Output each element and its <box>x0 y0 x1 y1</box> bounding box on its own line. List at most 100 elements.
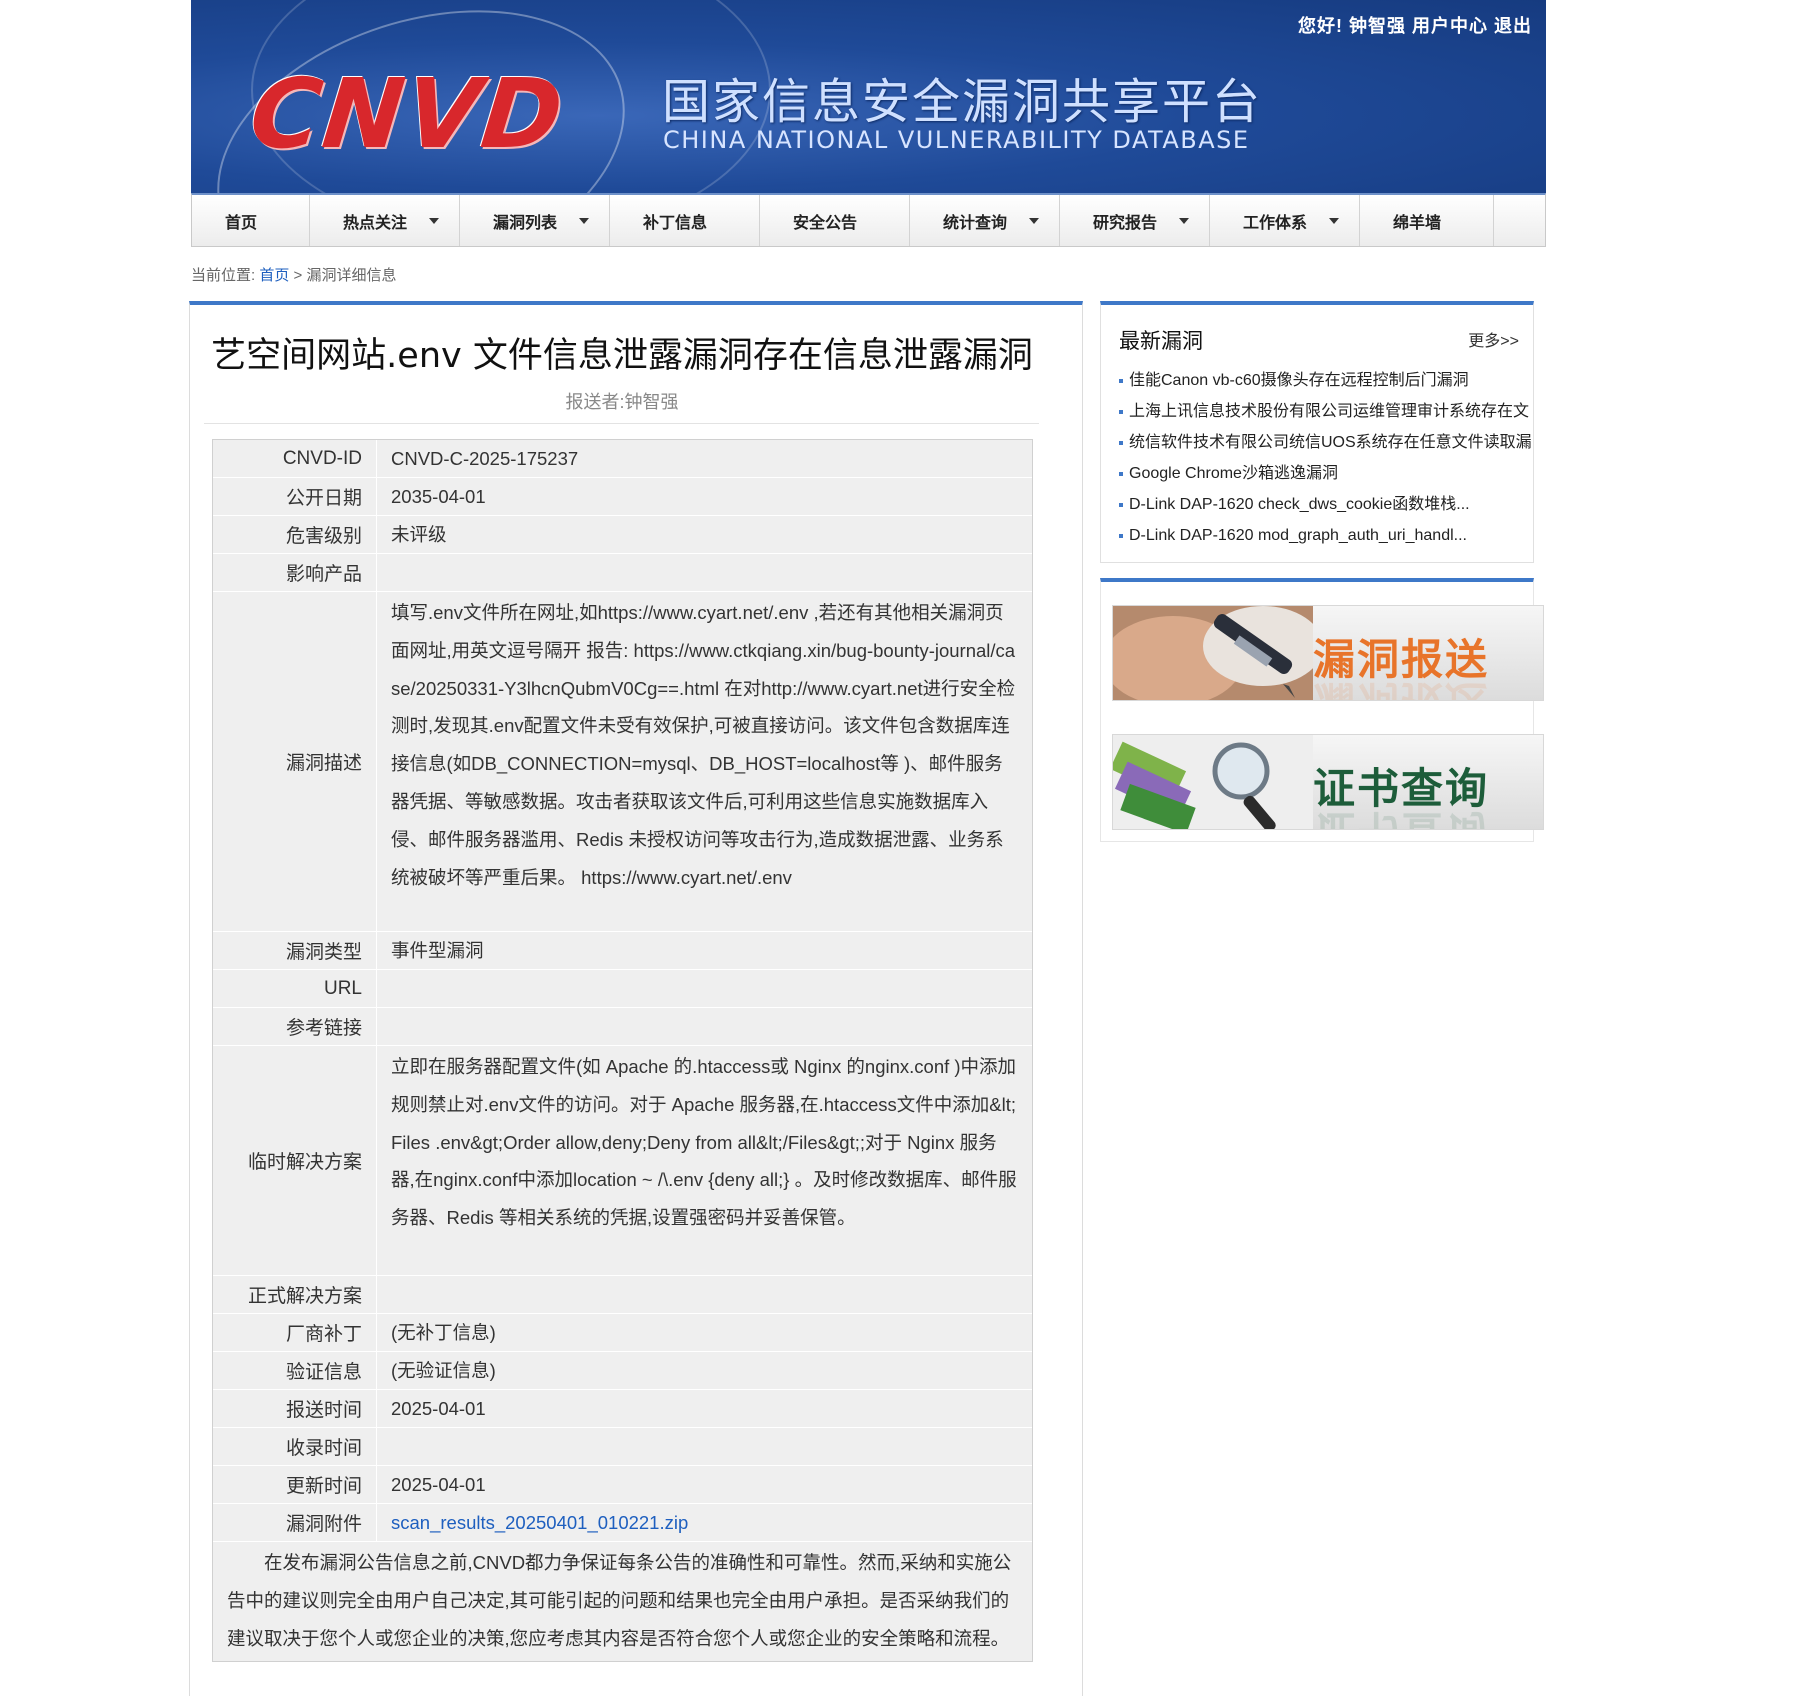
nav-label: 绵羊墙 <box>1393 214 1442 232</box>
cert-query-banner[interactable]: 证书查询 证书查询 <box>1112 734 1544 830</box>
divider <box>204 423 1039 424</box>
bullet-icon <box>1119 502 1123 507</box>
table-row: URL <box>213 970 1032 1008</box>
main-nav: 首页 热点关注 漏洞列表 补丁信息 安全公告 统计查询 研究报告 工作体系 绵羊… <box>191 193 1546 247</box>
list-item-label: D-Link DAP-1620 mod_graph_auth_uri_handl… <box>1129 527 1467 544</box>
report-vuln-banner[interactable]: 漏洞报送 漏洞报送 <box>1112 605 1544 701</box>
latest-vulns-list: 佳能Canon vb-c60摄像头存在远程控制后门漏洞 上海上讯信息技术股份有限… <box>1119 365 1533 551</box>
bullet-icon <box>1119 471 1123 476</box>
row-key: 漏洞描述 <box>213 592 377 931</box>
nav-item-bulletin[interactable]: 安全公告 <box>760 195 910 246</box>
list-item[interactable]: Google Chrome沙箱逃逸漏洞 <box>1119 458 1533 489</box>
table-row: 厂商补丁 (无补丁信息) <box>213 1314 1032 1352</box>
nav-item-wall[interactable]: 绵羊墙 <box>1360 195 1494 246</box>
row-value: scan_results_20250401_010221.zip <box>377 1504 1032 1541</box>
disclaimer-text: 在发布漏洞公告信息之前,CNVD都力争保证每条公告的准确性和可靠性。然而,采纳和… <box>213 1542 1032 1662</box>
breadcrumb-prefix: 当前位置: <box>191 267 256 284</box>
nav-label: 统计查询 <box>943 214 1008 232</box>
row-value: 填写.env文件所在网址,如https://www.cyart.net/.env… <box>391 602 1016 888</box>
row-key: 漏洞附件 <box>213 1504 377 1541</box>
latest-vulns-panel: 最新漏洞 更多>> 佳能Canon vb-c60摄像头存在远程控制后门漏洞 上海… <box>1100 301 1534 563</box>
row-value: 未评级 <box>391 523 447 545</box>
table-row: 漏洞类型 事件型漏洞 <box>213 932 1032 970</box>
row-key: 危害级别 <box>213 516 377 553</box>
username-link[interactable]: 钟智强 <box>1349 16 1406 36</box>
nav-item-stats[interactable]: 统计查询 <box>910 195 1060 246</box>
bullet-icon <box>1119 378 1123 383</box>
row-value <box>377 1008 1032 1045</box>
row-key: 漏洞类型 <box>213 932 377 969</box>
row-value: 事件型漏洞 <box>391 939 484 961</box>
row-key: 收录时间 <box>213 1428 377 1465</box>
logout-link[interactable]: 退出 <box>1494 16 1532 36</box>
detail-panel: 艺空间网站.env 文件信息泄露漏洞存在信息泄露漏洞 报送者:钟智强 CNVD-… <box>189 301 1083 1696</box>
bullet-icon <box>1119 409 1123 414</box>
table-row: 正式解决方案 <box>213 1276 1032 1314</box>
row-value <box>377 1276 1032 1313</box>
nav-label: 安全公告 <box>793 214 858 232</box>
breadcrumb: 当前位置: 首页 > 漏洞详细信息 <box>191 264 396 285</box>
row-value: 2025-04-01 <box>391 1397 486 1419</box>
user-bar: 您好! 钟智强 用户中心 退出 <box>1292 12 1532 38</box>
breadcrumb-current: > 漏洞详细信息 <box>293 267 397 284</box>
table-row: 影响产品 <box>213 554 1032 592</box>
list-item[interactable]: 上海上讯信息技术股份有限公司运维管理审计系统存在文 <box>1119 396 1533 427</box>
nav-item-work[interactable]: 工作体系 <box>1210 195 1360 246</box>
chevron-down-icon <box>1329 218 1339 224</box>
table-row: 危害级别 未评级 <box>213 516 1032 554</box>
cnvd-logo[interactable]: CNVD <box>245 58 570 170</box>
latest-vulns-title: 最新漏洞 <box>1119 330 1203 353</box>
chevron-down-icon <box>1029 218 1039 224</box>
detail-table: CNVD-ID CNVD-C-2025-175237 公开日期 2035-04-01… <box>212 439 1033 1663</box>
list-item-label: 统信软件技术有限公司统信UOS系统存在任意文件读取漏 <box>1129 434 1532 451</box>
row-value: CNVD-C-2025-175237 <box>391 447 579 469</box>
page-title: 艺空间网站.env 文件信息泄露漏洞存在信息泄露漏洞 <box>211 336 1033 376</box>
chevron-down-icon <box>579 218 589 224</box>
list-item[interactable]: D-Link DAP-1620 check_dws_cookie函数堆栈... <box>1119 489 1533 520</box>
nav-item-home[interactable]: 首页 <box>192 195 310 246</box>
reporter-text: 报送者:钟智强 <box>565 392 679 412</box>
cert-query-reflection: 证书查询 <box>1313 803 1489 829</box>
nav-label: 热点关注 <box>343 214 408 232</box>
attachment-link[interactable]: scan_results_20250401_010221.zip <box>391 1504 688 1542</box>
list-item-label: Google Chrome沙箱逃逸漏洞 <box>1129 465 1338 482</box>
row-value: (无补丁信息) <box>391 1321 496 1343</box>
table-row: 收录时间 <box>213 1428 1032 1466</box>
nav-item-reports[interactable]: 研究报告 <box>1060 195 1210 246</box>
nav-item-vuln-list[interactable]: 漏洞列表 <box>460 195 610 246</box>
row-key: 厂商补丁 <box>213 1314 377 1351</box>
row-key: 验证信息 <box>213 1352 377 1389</box>
nav-label: 漏洞列表 <box>493 214 558 232</box>
user-center-link[interactable]: 用户中心 <box>1412 16 1488 36</box>
report-vuln-reflection: 漏洞报送 <box>1313 674 1489 700</box>
list-item[interactable]: 统信软件技术有限公司统信UOS系统存在任意文件读取漏 <box>1119 427 1533 458</box>
more-link[interactable]: 更多>> <box>1468 327 1519 351</box>
row-key: 临时解决方案 <box>213 1046 377 1275</box>
chevron-down-icon <box>429 218 439 224</box>
header-banner: CNVD 国家信息安全漏洞共享平台 CHINA NATIONAL VULNERA… <box>191 0 1546 193</box>
nav-item-patch[interactable]: 补丁信息 <box>610 195 760 246</box>
table-row: 漏洞描述 填写.env文件所在网址,如https://www.cyart.net/… <box>213 592 1032 932</box>
table-row: 参考链接 <box>213 1008 1032 1046</box>
site-title-cn: 国家信息安全漏洞共享平台 <box>662 74 1263 130</box>
breadcrumb-home-link[interactable]: 首页 <box>259 267 289 284</box>
row-value: 2035-04-01 <box>391 485 486 507</box>
row-key: 影响产品 <box>213 554 377 591</box>
table-row: 验证信息 (无验证信息) <box>213 1352 1032 1390</box>
nav-label: 研究报告 <box>1093 214 1158 232</box>
nav-label: 工作体系 <box>1243 214 1308 232</box>
table-row: 临时解决方案 立即在服务器配置文件(如 Apache 的.htaccess或 Ng… <box>213 1046 1032 1276</box>
list-item-label: 上海上讯信息技术股份有限公司运维管理审计系统存在文 <box>1129 403 1530 420</box>
row-value <box>377 1428 1032 1465</box>
nav-label: 补丁信息 <box>643 214 708 232</box>
list-item[interactable]: D-Link DAP-1620 mod_graph_auth_uri_handl… <box>1119 520 1533 551</box>
row-key: 参考链接 <box>213 1008 377 1045</box>
list-item-label: 佳能Canon vb-c60摄像头存在远程控制后门漏洞 <box>1129 372 1469 389</box>
list-item[interactable]: 佳能Canon vb-c60摄像头存在远程控制后门漏洞 <box>1119 365 1533 396</box>
site-title-en: CHINA NATIONAL VULNERABILITY DATABASE <box>663 126 1250 154</box>
nav-item-hot[interactable]: 热点关注 <box>310 195 460 246</box>
magnifier-icon <box>1113 735 1313 829</box>
table-row: 报送时间 2025-04-01 <box>213 1390 1032 1428</box>
table-row: 更新时间 2025-04-01 <box>213 1466 1032 1504</box>
chevron-down-icon <box>1179 218 1189 224</box>
